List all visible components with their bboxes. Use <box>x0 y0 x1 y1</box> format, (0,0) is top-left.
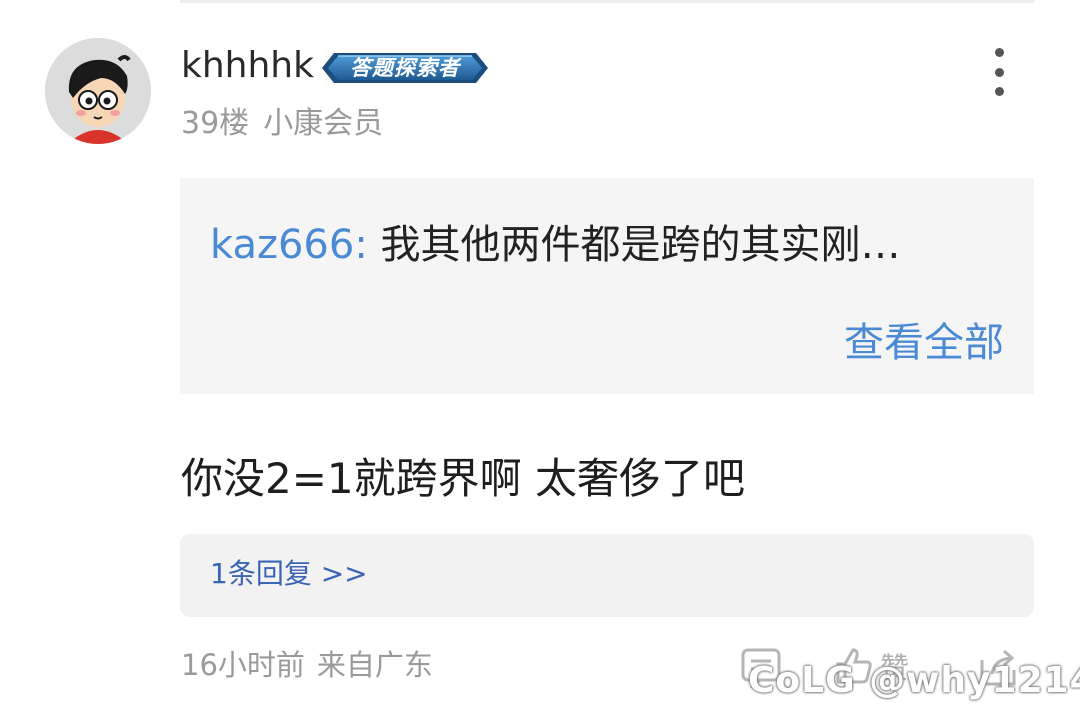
post-time: 16小时前 <box>181 648 305 682</box>
divider <box>180 0 1034 3</box>
watermark: CoLG @why1214 <box>748 660 1080 701</box>
replies-link[interactable]: 1条回复 >> <box>210 554 368 594</box>
more-button[interactable] <box>984 48 1014 96</box>
quoted-comment[interactable]: kaz666: 我其他两件都是跨的其实刚… 查看全部 <box>180 178 1034 394</box>
member-level: 小康会员 <box>263 106 384 141</box>
comment-meta: 16小时前 来自广东 <box>181 645 433 685</box>
quote-line: kaz666: 我其他两件都是跨的其实刚… <box>210 220 901 270</box>
username[interactable]: khhhhk <box>181 44 314 88</box>
more-vertical-icon <box>994 48 1004 57</box>
floor-number: 39楼 <box>181 106 250 141</box>
badge-icon[interactable]: 答题探索者 <box>320 49 490 87</box>
post-location: 来自广东 <box>316 648 433 682</box>
floor-meta: 39楼 小康会员 <box>181 104 383 144</box>
comment-text: 你没2=1就跨界啊 太奢侈了吧 <box>181 454 745 503</box>
comment-card: khhhhk 答题探索者 39楼 小康会员 kaz666: 我其他两件都是跨的其实… <box>0 0 1080 723</box>
avatar[interactable] <box>45 38 151 144</box>
badge-label: 答题探索者 <box>350 56 460 80</box>
quote-text: 我其他两件都是跨的其实刚… <box>380 222 901 268</box>
replies-box[interactable]: 1条回复 >> <box>180 534 1034 617</box>
view-all-link[interactable]: 查看全部 <box>844 318 1004 368</box>
quote-author[interactable]: kaz666: <box>210 222 368 268</box>
